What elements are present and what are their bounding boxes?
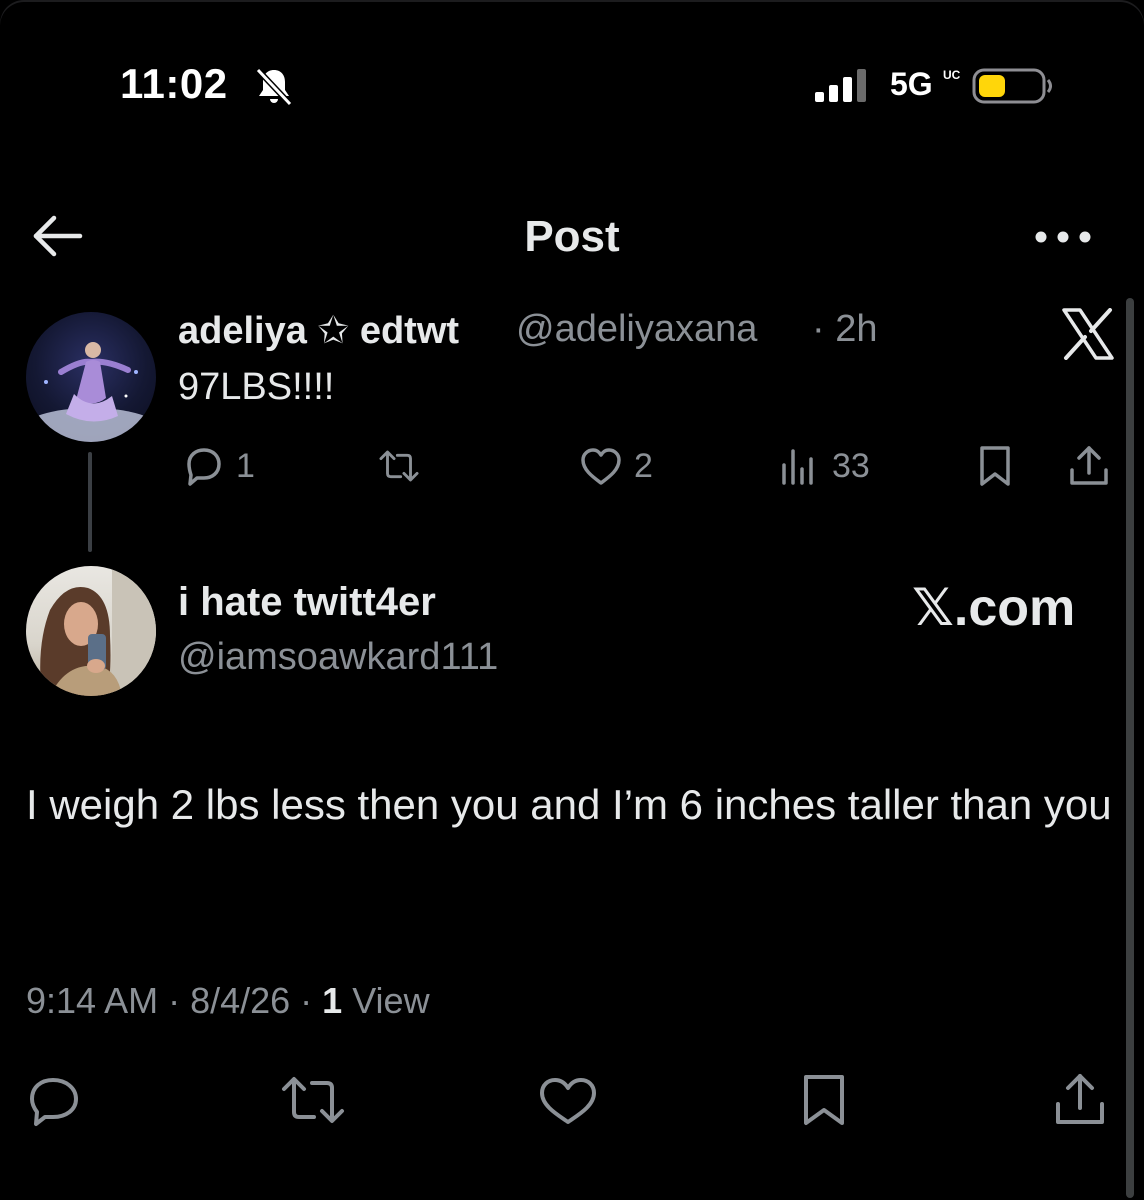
view-count: 1 bbox=[322, 980, 343, 1021]
avatar-iamsoawkard[interactable] bbox=[26, 566, 156, 696]
bookmark-icon[interactable] bbox=[794, 1072, 854, 1128]
selfie-photo-icon bbox=[40, 566, 156, 696]
views-count: 33 bbox=[832, 446, 870, 485]
quoted-reply-button[interactable]: 1 bbox=[180, 442, 255, 490]
quoted-views-button[interactable]: 33 bbox=[776, 442, 870, 490]
avatar-adeliya[interactable] bbox=[26, 312, 156, 442]
post-meta: 9:14 AM · 8/4/26 · 1 View bbox=[26, 980, 430, 1022]
status-time: 11:02 bbox=[120, 60, 228, 107]
quoted-bookmark-button[interactable] bbox=[972, 442, 1018, 490]
more-dots-icon[interactable] bbox=[1032, 220, 1094, 254]
network-type: 5G bbox=[890, 66, 933, 102]
quoted-handle[interactable]: @adeliyaxana bbox=[516, 308, 757, 351]
cellular-signal-icon bbox=[815, 69, 866, 102]
bell-slash-icon bbox=[255, 67, 293, 107]
views-chart-icon bbox=[782, 449, 813, 485]
scrollbar[interactable] bbox=[1126, 298, 1134, 1198]
reply-handle[interactable]: @iamsoawkard111 bbox=[178, 636, 498, 679]
repost-icon[interactable] bbox=[278, 1072, 348, 1128]
repost-icon bbox=[379, 450, 419, 482]
page-title: Post bbox=[524, 212, 620, 261]
xcom-watermark: 𝕏.com bbox=[912, 579, 1076, 637]
network-subtype: UC bbox=[943, 68, 961, 82]
reply-icon bbox=[187, 448, 221, 486]
phone-screen: 11:02 5G UC Post adeliya ✩ edtwt @adeliy… bbox=[0, 0, 1144, 1200]
share-icon bbox=[1070, 446, 1108, 485]
like-count: 2 bbox=[634, 446, 653, 485]
reply-post-text: I weigh 2 lbs less then you and I’m 6 in… bbox=[26, 781, 1112, 828]
reply-icon[interactable] bbox=[24, 1072, 84, 1128]
quoted-repost-button[interactable] bbox=[376, 442, 422, 490]
quoted-post-text: 97LBS!!!! bbox=[178, 366, 335, 408]
x-logo-icon bbox=[1062, 308, 1114, 360]
quoted-like-button[interactable]: 2 bbox=[578, 442, 653, 490]
reply-count: 1 bbox=[236, 446, 255, 485]
quoted-display-name[interactable]: adeliya ✩ edtwt bbox=[178, 308, 459, 353]
thread-connector-line bbox=[88, 452, 92, 552]
post-timestamp: 9:14 AM · 8/4/26 · bbox=[26, 980, 323, 1021]
share-icon[interactable] bbox=[1050, 1072, 1110, 1128]
quoted-time: · 2h bbox=[812, 308, 878, 350]
quoted-share-button[interactable] bbox=[1066, 442, 1112, 490]
battery-icon bbox=[972, 68, 1052, 104]
heart-icon[interactable] bbox=[538, 1072, 598, 1128]
reply-display-name[interactable]: i hate twitt4er bbox=[178, 580, 436, 625]
bookmark-icon bbox=[980, 446, 1010, 486]
heart-icon bbox=[581, 448, 621, 485]
view-label: View bbox=[342, 980, 430, 1021]
skater-photo-icon bbox=[26, 342, 156, 442]
